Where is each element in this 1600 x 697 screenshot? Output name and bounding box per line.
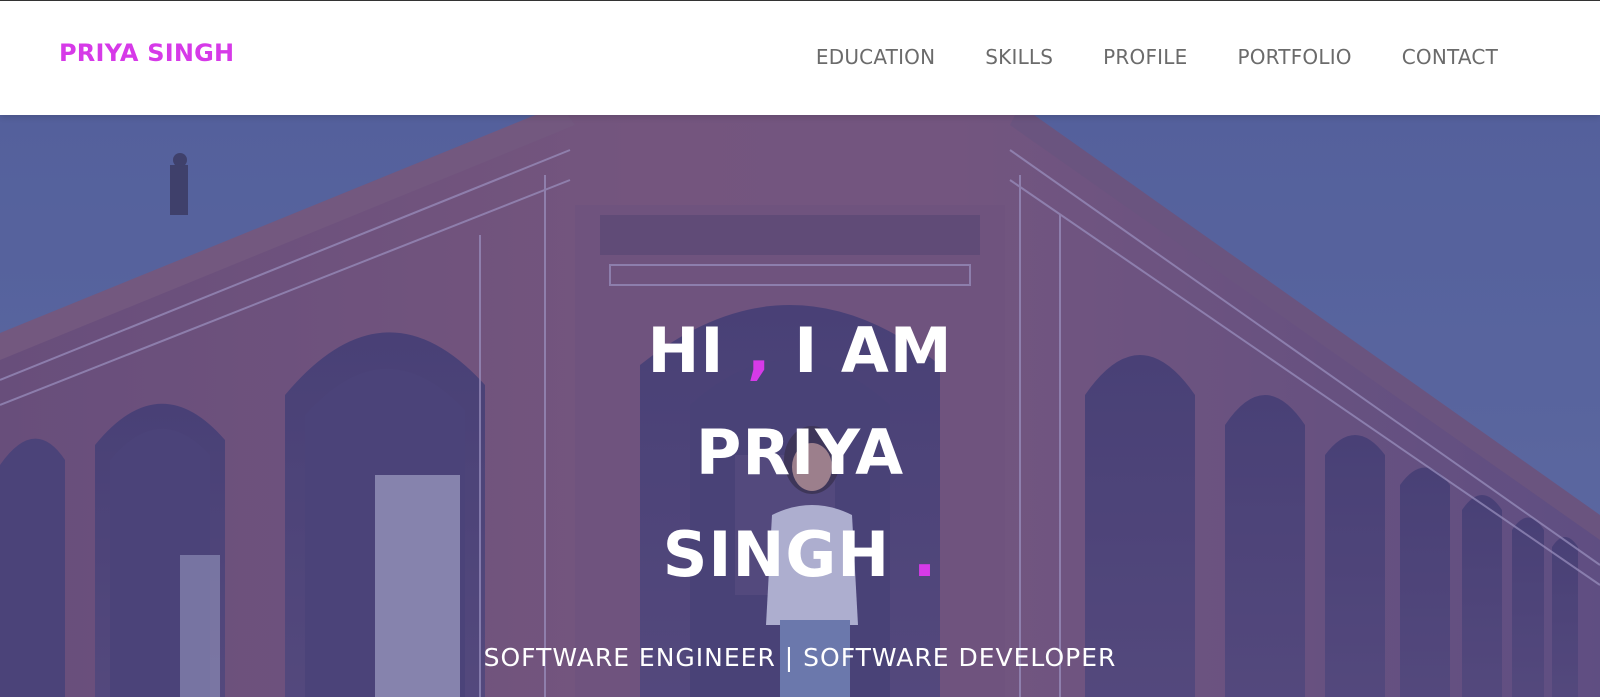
hero-last-name: SINGH <box>662 518 891 591</box>
nav-item-education: EDUCATION <box>766 45 935 69</box>
nav-item-portfolio: PORTFOLIO <box>1187 45 1351 69</box>
nav-item-contact: CONTACT <box>1352 45 1498 69</box>
nav-links: EDUCATION SKILLS PROFILE PORTFOLIO CONTA… <box>766 45 1498 69</box>
brand-logo-link[interactable]: PRIYA SINGH <box>59 39 234 67</box>
hero-comma: , <box>747 314 772 387</box>
hero-subtitle: SOFTWARE ENGINEER | SOFTWARE DEVELOPER <box>483 643 1117 672</box>
nav-item-skills: SKILLS <box>935 45 1053 69</box>
hero-greeting: HI <box>647 314 725 387</box>
nav-link-contact[interactable]: CONTACT <box>1402 45 1498 69</box>
hero-line-last-name: SINGH . <box>0 504 1600 606</box>
nav-item-profile: PROFILE <box>1053 45 1187 69</box>
page: PRIYA SINGH EDUCATION SKILLS PROFILE POR… <box>0 0 1600 697</box>
hero-intro: I AM <box>794 314 953 387</box>
nav-link-profile[interactable]: PROFILE <box>1103 45 1187 69</box>
hero-period: . <box>912 518 938 591</box>
nav-link-skills[interactable]: SKILLS <box>985 45 1053 69</box>
nav-link-education[interactable]: EDUCATION <box>816 45 935 69</box>
hero-first-name: PRIYA <box>695 416 905 489</box>
nav-link-portfolio[interactable]: PORTFOLIO <box>1237 45 1351 69</box>
navbar: PRIYA SINGH EDUCATION SKILLS PROFILE POR… <box>0 0 1600 115</box>
hero-section: HI , I AM PRIYA SINGH . SOFTWARE ENGINEE… <box>0 115 1600 697</box>
hero-line-greeting: HI , I AM <box>0 300 1600 402</box>
hero-heading: HI , I AM PRIYA SINGH . <box>0 300 1600 606</box>
